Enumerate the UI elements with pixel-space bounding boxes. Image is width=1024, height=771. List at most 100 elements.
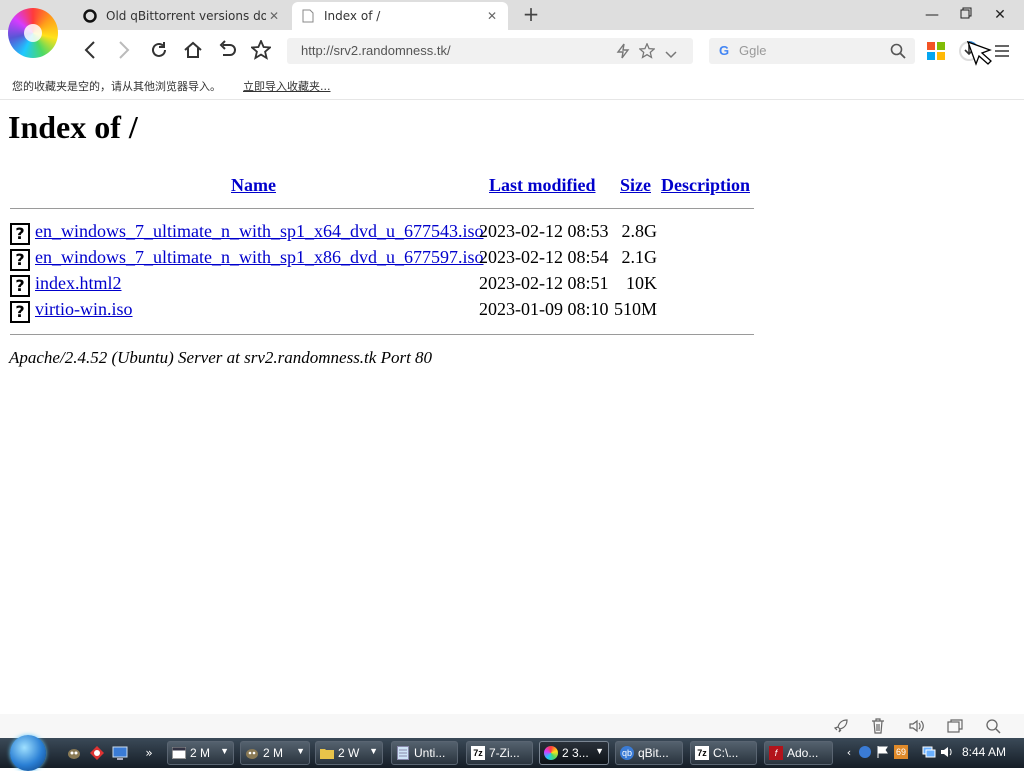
undo-close-tab-button[interactable]: [215, 38, 239, 62]
dropdown-arrow-icon: ▼: [220, 746, 229, 756]
column-header-last-modified[interactable]: Last modified: [489, 175, 596, 196]
column-header-size[interactable]: Size: [620, 175, 651, 196]
reload-button[interactable]: [147, 38, 171, 62]
tray-badge[interactable]: 69: [894, 745, 908, 759]
taskbar-button-label: Ado...: [787, 746, 819, 760]
taskbar-button[interactable]: qb qBit...: [615, 741, 683, 765]
browser-icon: [544, 746, 558, 760]
zoom-icon[interactable]: [984, 718, 1002, 734]
file-row: ? virtio-win.iso 2023-01-09 08:10 510M: [0, 299, 800, 323]
favorites-bar: 您的收藏夹是空的，请从其他浏览器导入。 立即导入收藏夹...: [0, 72, 1024, 100]
lightning-icon[interactable]: [616, 43, 630, 63]
file-row: ? index.html2 2023-02-12 08:51 10K: [0, 273, 800, 297]
dropdown-arrow-icon: ▼: [369, 746, 378, 756]
taskbar-button-label: qBit...: [638, 746, 669, 760]
search-placeholder[interactable]: Ggle: [739, 38, 766, 64]
unknown-file-icon: ?: [10, 301, 30, 323]
file-modified: 2023-01-09 08:10: [479, 299, 609, 319]
window-icon: [172, 746, 186, 760]
window-icon[interactable]: [946, 718, 964, 734]
flag-tray-icon[interactable]: [876, 745, 890, 759]
tab-index-of[interactable]: Index of / ✕: [292, 2, 508, 30]
page-content: Index of / Name Last modified Size Descr…: [0, 100, 1024, 714]
gimp-icon: [245, 746, 259, 760]
taskbar-button[interactable]: Unti...: [391, 741, 458, 765]
file-link[interactable]: index.html2: [35, 273, 122, 294]
tab-close-icon[interactable]: ✕: [266, 9, 282, 23]
favorites-empty-message: 您的收藏夹是空的，请从其他浏览器导入。: [12, 80, 221, 93]
tray-expand-icon[interactable]: ‹: [842, 745, 856, 759]
menu-icon[interactable]: [994, 43, 1010, 62]
mouse-cursor-icon: [966, 40, 994, 70]
browser-status-bar: [0, 714, 1024, 738]
trash-icon[interactable]: [869, 718, 887, 734]
address-url[interactable]: http://srv2.randomness.tk/: [301, 38, 451, 64]
page-title: Index of /: [8, 109, 138, 145]
taskbar-button-label: 7-Zi...: [489, 746, 520, 760]
file-modified: 2023-02-12 08:53: [479, 221, 609, 241]
minimize-button[interactable]: —: [921, 6, 943, 24]
gimp-icon[interactable]: [66, 745, 82, 761]
file-size: 2.1G: [621, 247, 658, 267]
taskbar-button[interactable]: 2 W ▼: [315, 741, 383, 765]
network-icon[interactable]: [89, 745, 105, 761]
tab-title: Old qBittorrent versions down: [106, 9, 266, 23]
apps-grid-icon[interactable]: [927, 42, 945, 64]
folder-icon: [320, 746, 334, 760]
taskbar-button[interactable]: 7z C:\...: [690, 741, 757, 765]
volume-icon[interactable]: [907, 718, 925, 734]
page-icon: [300, 8, 316, 24]
network-tray-icon[interactable]: [922, 745, 936, 759]
taskbar-button-active[interactable]: 2 3... ▼: [539, 741, 609, 765]
file-row: ? en_windows_7_ultimate_n_with_sp1_x64_d…: [0, 221, 800, 245]
search-box[interactable]: G Ggle: [709, 38, 915, 64]
new-tab-button[interactable]: +: [520, 4, 542, 26]
file-link[interactable]: en_windows_7_ultimate_n_with_sp1_x86_dvd…: [35, 247, 484, 268]
tab-bar: Old qBittorrent versions down ✕ Index of…: [0, 0, 1024, 30]
notepad-icon: [396, 746, 410, 760]
file-row: ? en_windows_7_ultimate_n_with_sp1_x86_d…: [0, 247, 800, 271]
restore-button[interactable]: [955, 6, 977, 24]
7zip-icon: 7z: [471, 746, 485, 760]
7zip-icon: 7z: [695, 746, 709, 760]
favorite-star-icon[interactable]: [638, 42, 656, 63]
tab-title: Index of /: [324, 9, 381, 23]
dropdown-arrow-icon: ▼: [595, 746, 604, 756]
taskbar-button[interactable]: 2 M ▼: [167, 741, 234, 765]
taskbar-button[interactable]: f Ado...: [764, 741, 833, 765]
import-favorites-link[interactable]: 立即导入收藏夹...: [243, 78, 331, 94]
search-engine-icon: G: [719, 43, 730, 58]
column-header-name[interactable]: Name: [231, 175, 276, 196]
column-header-description[interactable]: Description: [661, 175, 750, 196]
back-button[interactable]: [78, 38, 102, 62]
file-size: 10K: [626, 273, 657, 293]
home-button[interactable]: [181, 38, 205, 62]
close-window-button[interactable]: ✕: [989, 6, 1011, 24]
server-signature: Apache/2.4.52 (Ubuntu) Server at srv2.ra…: [9, 348, 433, 367]
system-clock[interactable]: 8:44 AM: [962, 745, 1006, 759]
file-link[interactable]: en_windows_7_ultimate_n_with_sp1_x64_dvd…: [35, 221, 484, 242]
qbittorrent-tray-icon[interactable]: [858, 745, 872, 759]
file-size: 2.8G: [621, 221, 658, 241]
rocket-icon[interactable]: [832, 718, 850, 734]
forward-button[interactable]: [112, 38, 136, 62]
tab-close-icon[interactable]: ✕: [484, 9, 500, 23]
start-button[interactable]: [10, 735, 46, 771]
volume-tray-icon[interactable]: [940, 745, 954, 759]
search-icon[interactable]: [890, 43, 906, 63]
taskbar-button[interactable]: 2 M ▼: [240, 741, 310, 765]
address-bar[interactable]: http://srv2.randomness.tk/: [287, 38, 693, 64]
file-link[interactable]: virtio-win.iso: [35, 299, 133, 320]
taskbar-button-label: 2 M: [190, 746, 211, 760]
show-desktop-icon[interactable]: [112, 745, 128, 761]
bookmark-star-button[interactable]: [249, 38, 273, 62]
file-modified: 2023-02-12 08:54: [479, 247, 609, 267]
tab-qbittorrent-versions[interactable]: Old qBittorrent versions down ✕: [74, 2, 290, 30]
divider: [10, 334, 754, 335]
taskbar-button[interactable]: 7z 7-Zi...: [466, 741, 533, 765]
unknown-file-icon: ?: [10, 275, 30, 297]
overflow-chevron-icon[interactable]: »: [141, 745, 157, 761]
divider: [10, 208, 754, 209]
site-favicon-icon: [82, 8, 98, 24]
chevron-down-icon[interactable]: [665, 45, 677, 64]
